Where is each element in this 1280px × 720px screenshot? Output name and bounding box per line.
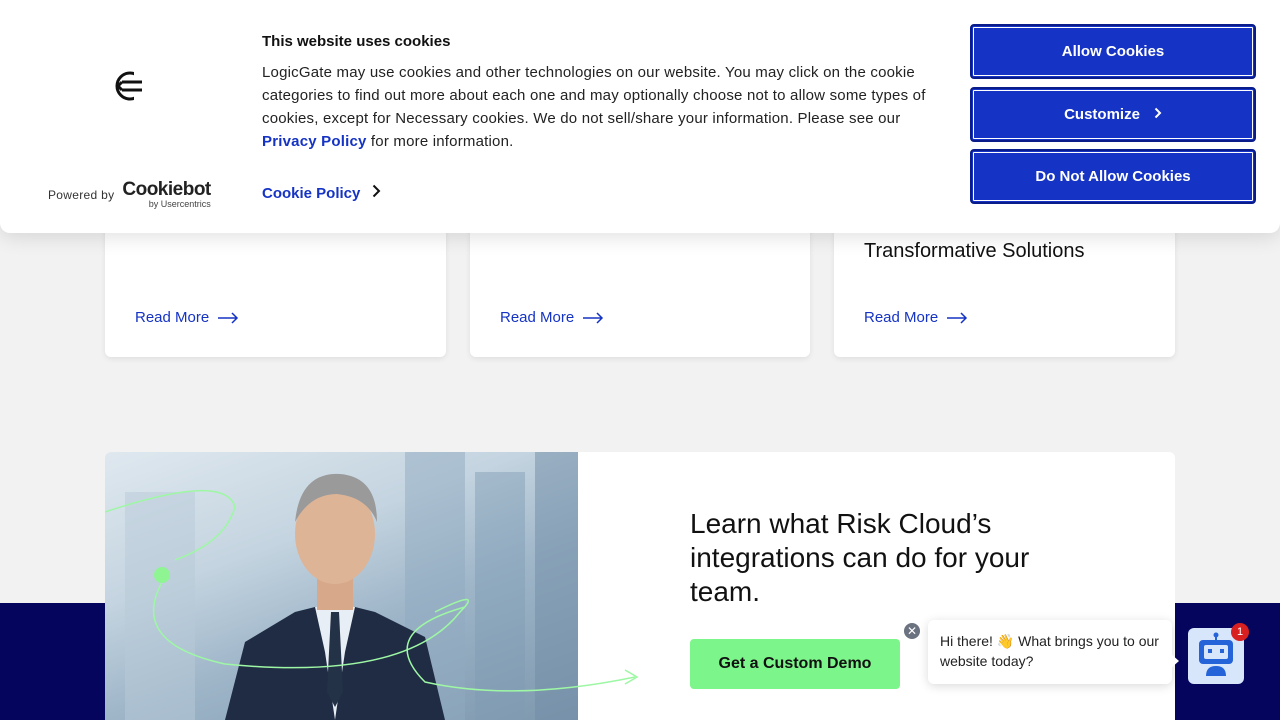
cookie-banner-title: This website uses cookies <box>262 33 451 50</box>
cookie-banner-text: LogicGate may use cookies and other tech… <box>262 61 952 153</box>
deny-cookies-label: Do Not Allow Cookies <box>1035 168 1191 185</box>
promo-heading: Learn what Risk Cloud’s integrations can… <box>690 508 1030 607</box>
cookie-consent-banner: Powered by Cookiebot by Usercentrics Thi… <box>0 0 1280 233</box>
arrow-right-icon <box>946 311 968 324</box>
chat-greeting-bubble[interactable]: Hi there! 👋 What brings you to our websi… <box>928 620 1179 684</box>
read-more-label: Read More <box>500 309 575 326</box>
chat-notification-badge: 1 <box>1231 623 1249 641</box>
cookie-policy-label: Cookie Policy <box>262 184 361 202</box>
cookie-text-part2: for more information. <box>366 133 514 150</box>
chevron-right-icon <box>1154 106 1162 123</box>
cookiebot-logo: Cookiebot by Usercentrics <box>122 179 211 209</box>
chat-message: Hi there! 👋 What brings you to our websi… <box>940 633 1159 669</box>
chatbot-robot-icon <box>1196 632 1236 681</box>
cookie-policy-link[interactable]: Cookie Policy <box>262 184 381 202</box>
arrow-right-icon <box>217 311 239 324</box>
chat-close-button[interactable]: ✕ <box>902 621 922 641</box>
privacy-policy-link[interactable]: Privacy Policy <box>262 133 367 150</box>
arrow-right-icon <box>582 311 604 324</box>
get-demo-button[interactable]: Get a Custom Demo <box>690 639 900 689</box>
decorative-arrow-line <box>406 606 639 692</box>
customize-button[interactable]: Customize <box>970 87 1256 142</box>
read-more-link[interactable]: Read More <box>500 309 604 326</box>
powered-by-cookiebot[interactable]: Powered by Cookiebot by Usercentrics <box>48 180 211 209</box>
customize-label: Customize <box>1064 106 1140 123</box>
cookiebot-sub: by Usercentrics <box>148 199 211 209</box>
read-more-link[interactable]: Read More <box>864 309 968 326</box>
card-title: Transformative Solutions <box>864 240 1085 262</box>
read-more-label: Read More <box>135 309 210 326</box>
allow-cookies-label: Allow Cookies <box>1061 43 1165 60</box>
powered-by-label: Powered by <box>48 187 115 202</box>
cookiebot-name: Cookiebot <box>122 179 211 200</box>
allow-cookies-button[interactable]: Allow Cookies <box>970 24 1256 79</box>
logicgate-logo-icon <box>112 68 148 104</box>
read-more-link[interactable]: Read More <box>135 309 239 326</box>
deny-cookies-button[interactable]: Do Not Allow Cookies <box>970 149 1256 204</box>
cookie-text-part1: LogicGate may use cookies and other tech… <box>262 64 926 127</box>
chevron-right-icon <box>372 184 381 202</box>
read-more-label: Read More <box>864 309 939 326</box>
